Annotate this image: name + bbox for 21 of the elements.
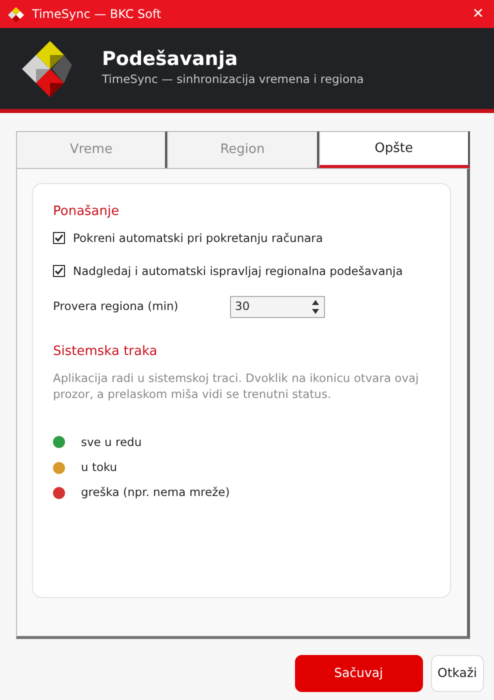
legend-label: sve u redu: [81, 434, 142, 451]
header-subtitle: TimeSync — sinhronizacija vremena i regiona: [102, 71, 364, 88]
tab[interactable]: Opšte: [318, 131, 470, 168]
window-title: TimeSync — BKC Soft: [32, 6, 162, 23]
checkbox[interactable]: [53, 265, 65, 278]
app-logo-icon: [8, 6, 24, 22]
header-title: Podešavanja: [102, 48, 239, 72]
spin-arrows-icon[interactable]: [311, 298, 320, 316]
cancel-button[interactable]: Otkaži: [430, 655, 484, 692]
section-heading: Sistemska traka: [53, 343, 158, 361]
interval-spinbox[interactable]: 30: [230, 296, 325, 318]
save-button[interactable]: Sačuvaj: [294, 655, 423, 692]
checkbox[interactable]: [53, 232, 65, 244]
tray-description: Aplikacija radi u sistemskoj traci. Dvoklik na ikonicu otvara ovaj prozor, a prelaskom miša vidi se trenutni status.: [53, 370, 420, 402]
interval-label: Provera regiona (min): [53, 298, 180, 316]
checkbox-label[interactable]: Pokreni automatski pri pokretanju računara: [73, 230, 323, 247]
legend-label: greška (npr. nema mreže): [81, 484, 230, 502]
checkbox-label[interactable]: Nadgledaj i automatski ispravljaj regionalna podešavanja: [73, 262, 403, 280]
close-button[interactable]: ✕: [470, 4, 486, 24]
section-heading: Ponašanje: [53, 203, 120, 221]
legend-label: u toku: [81, 458, 118, 476]
